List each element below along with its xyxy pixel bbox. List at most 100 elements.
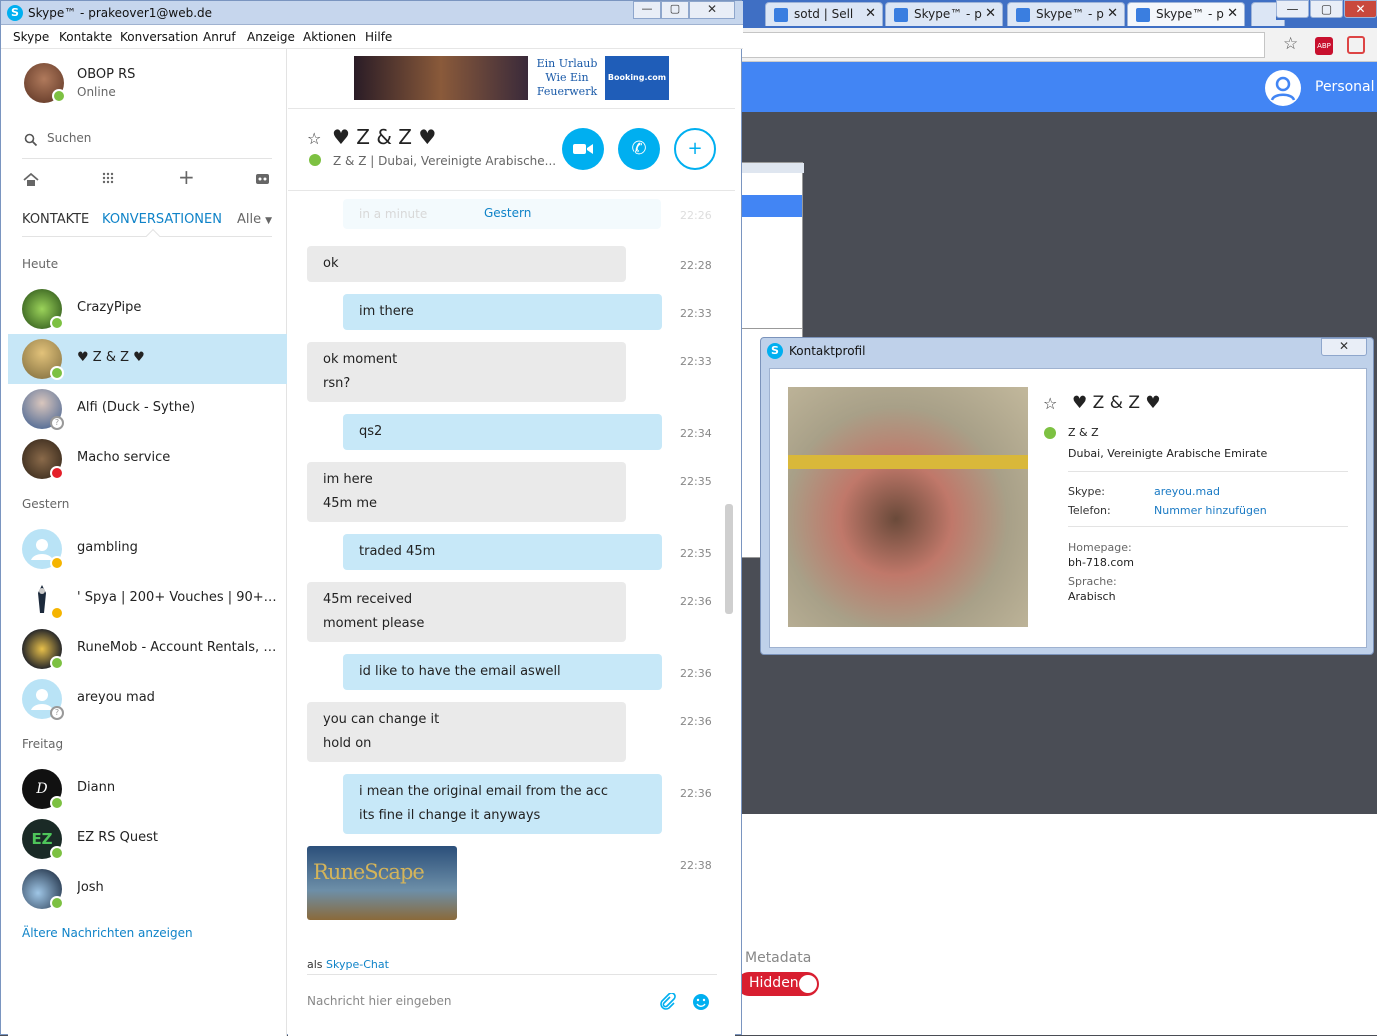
older-messages-link[interactable]: Ältere Nachrichten anzeigen xyxy=(22,926,193,940)
close-icon[interactable]: ✕ xyxy=(865,6,876,21)
message-outgoing[interactable]: traded 45m xyxy=(343,534,662,570)
add-number-link[interactable]: Nummer hinzufügen xyxy=(1154,504,1267,517)
conversation-item[interactable]: gambling xyxy=(8,524,287,574)
add-participant-button[interactable]: + xyxy=(674,128,716,170)
online-status-icon xyxy=(50,316,64,330)
message-outgoing[interactable]: id like to have the email aswell xyxy=(343,654,662,690)
title-bar: S Skype™ - prakeover1@web.de — ▢ ✕ xyxy=(1,1,743,25)
language-value: Arabisch xyxy=(1068,590,1116,603)
message-text: you can change it xyxy=(323,712,440,727)
menu-call[interactable]: Anruf xyxy=(203,30,236,44)
minimize-button[interactable]: — xyxy=(1276,0,1309,18)
user-status[interactable]: Online xyxy=(77,85,116,99)
ad-text[interactable]: Ein Urlaub Wie Ein Feuerwerk xyxy=(534,57,600,99)
browser-tab-active[interactable]: Skype™ - p ✕ xyxy=(1127,2,1245,26)
search-input[interactable]: Suchen xyxy=(22,129,272,159)
ad-brand-logo[interactable]: Booking.com xyxy=(605,56,669,100)
star-icon[interactable]: ☆ xyxy=(1283,34,1298,54)
conversation-item[interactable]: EZ EZ RS Quest xyxy=(8,814,287,864)
browser-tab[interactable]: Skype™ - p ✕ xyxy=(885,2,1003,26)
message-outgoing[interactable]: im there xyxy=(343,294,662,330)
close-icon[interactable]: ✕ xyxy=(985,6,996,21)
online-status-icon xyxy=(50,896,64,910)
close-icon[interactable]: ✕ xyxy=(1227,6,1238,21)
browser-tab[interactable]: sotd | Sell ✕ xyxy=(765,2,883,26)
metadata-label: Metadata xyxy=(745,950,812,966)
conversation-item[interactable]: ' Spya | 200+ Vouches | 90+ acc... xyxy=(8,574,287,624)
conversation-item[interactable]: CrazyPipe xyxy=(8,284,287,334)
chat-mode-link[interactable]: Skype-Chat xyxy=(326,958,389,971)
menu-view[interactable]: Anzeige xyxy=(247,30,295,44)
message-time: 22:33 xyxy=(680,307,712,320)
user-name[interactable]: OBOP RS xyxy=(77,67,135,82)
message-text: im here xyxy=(323,472,373,487)
message-incoming[interactable]: 45m received moment please xyxy=(307,582,626,642)
menu-contacts[interactable]: Kontakte xyxy=(59,30,112,44)
message-text: traded 45m xyxy=(359,544,436,559)
message-input[interactable]: Nachricht hier eingeben xyxy=(307,994,452,1008)
attachment-icon[interactable] xyxy=(658,993,676,1011)
page-content: Metadata Hidden xyxy=(735,814,1377,1035)
conversation-item[interactable]: D Diann xyxy=(8,764,287,814)
close-button[interactable]: ✕ xyxy=(1344,0,1377,18)
conversation-item-selected[interactable]: ♥ Z & Z ♥ xyxy=(8,334,287,384)
window-title: Skype™ - prakeover1@web.de xyxy=(28,6,213,20)
thumbnail-header xyxy=(742,195,802,217)
menu-help[interactable]: Hilfe xyxy=(365,30,392,44)
menu-skype[interactable]: Skype xyxy=(13,30,49,44)
chat-title[interactable]: ♥ Z & Z ♥ xyxy=(332,125,436,149)
message-incoming[interactable]: ok moment rsn? xyxy=(307,342,626,402)
image-logo-text: RuneScape xyxy=(313,860,425,884)
skype-name[interactable]: areyou.mad xyxy=(1154,485,1220,498)
profile-photo xyxy=(788,387,1028,627)
bot-icon[interactable] xyxy=(253,171,271,187)
image-attachment[interactable]: RuneScape xyxy=(307,846,457,920)
message-outgoing[interactable]: qs2 xyxy=(343,414,662,450)
conversation-item[interactable]: Macho service xyxy=(8,434,287,484)
ad-image[interactable] xyxy=(354,56,528,100)
tab-contacts[interactable]: KONTAKTE xyxy=(22,212,89,227)
close-icon[interactable]: ✕ xyxy=(1107,6,1118,21)
close-button[interactable]: ✕ xyxy=(689,1,735,19)
dialpad-icon[interactable] xyxy=(100,171,116,187)
homepage-value[interactable]: bh-718.com xyxy=(1068,556,1134,569)
message-time: 22:36 xyxy=(680,787,712,800)
add-icon[interactable]: + xyxy=(178,165,195,189)
favorite-star-icon[interactable]: ☆ xyxy=(307,129,321,148)
minimize-button[interactable]: — xyxy=(633,1,661,19)
menu-actions[interactable]: Aktionen xyxy=(303,30,356,44)
conversation-item[interactable]: ? areyou mad xyxy=(8,674,287,724)
video-call-button[interactable] xyxy=(562,128,604,170)
conversation-item[interactable]: Josh xyxy=(8,864,287,914)
menu-conversation[interactable]: Konversation xyxy=(120,30,198,44)
message-incoming[interactable]: im here 45m me xyxy=(307,462,626,522)
hidden-toggle[interactable]: Hidden xyxy=(737,972,819,996)
conversation-item[interactable]: ? Alfi (Duck - Sythe) xyxy=(8,384,287,434)
adblock-icon[interactable]: ABP xyxy=(1315,37,1333,55)
message-outgoing[interactable]: i mean the original email from the acc it… xyxy=(343,774,662,834)
favorite-star-icon[interactable]: ☆ xyxy=(1043,394,1057,413)
profile-label[interactable]: Personal xyxy=(1315,79,1375,95)
emoticon-icon[interactable] xyxy=(692,993,710,1011)
browser-tab[interactable]: Skype™ - p ✕ xyxy=(1007,2,1125,26)
message-incoming[interactable]: you can change it hold on xyxy=(307,702,626,762)
home-icon[interactable] xyxy=(23,172,39,188)
maximize-button[interactable]: ▢ xyxy=(1310,0,1343,18)
scrollbar-thumb[interactable] xyxy=(725,504,733,614)
close-button[interactable]: ✕ xyxy=(1321,338,1367,356)
url-input[interactable] xyxy=(735,32,1265,58)
homepage-label: Homepage: xyxy=(1068,541,1132,554)
extension-icon[interactable] xyxy=(1347,36,1365,54)
tab-conversations[interactable]: KONVERSATIONEN xyxy=(102,212,222,227)
message-placeholder: Nachricht hier eingeben xyxy=(307,994,452,1008)
message-time: 22:38 xyxy=(680,859,712,872)
contact-profile-dialog: S Kontaktprofil ✕ ☆ ♥ Z & Z ♥ Z & Z Duba… xyxy=(760,337,1374,655)
maximize-button[interactable]: ▢ xyxy=(661,1,689,19)
account-icon[interactable] xyxy=(1265,70,1301,106)
message-incoming[interactable]: ok xyxy=(307,246,626,282)
filter-label: Alle xyxy=(237,212,262,227)
conversation-item[interactable]: RuneMob - Account Rentals, OS... xyxy=(8,624,287,674)
chat-subtitle: Z & Z | Dubai, Vereinigte Arabische... xyxy=(333,154,557,168)
audio-call-button[interactable]: ✆ xyxy=(618,128,660,170)
filter-dropdown[interactable]: Alle ▼ xyxy=(237,212,272,227)
